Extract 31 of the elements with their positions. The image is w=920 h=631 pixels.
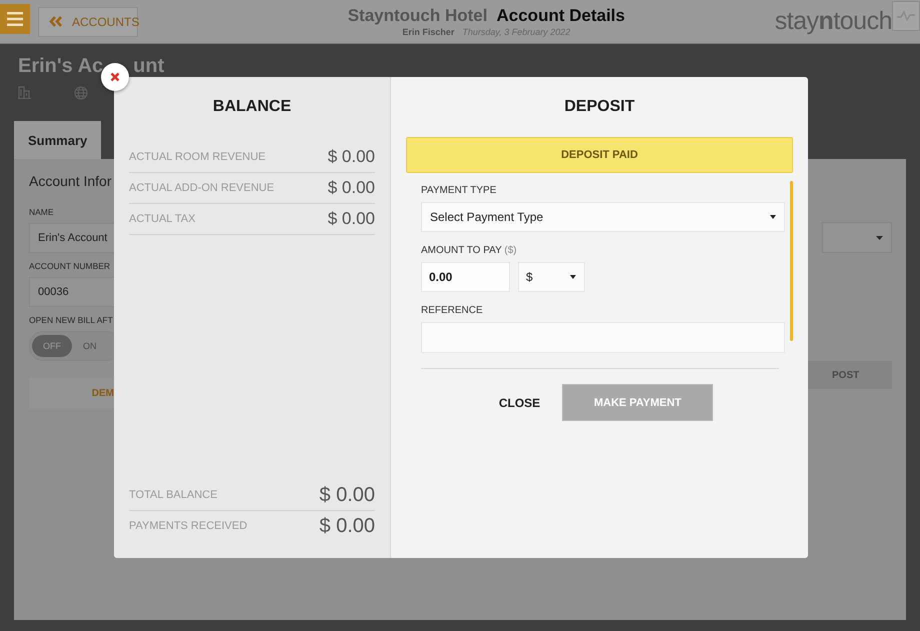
total-label: PAYMENTS RECEIVED [129,520,248,532]
field-label: NAME [29,207,54,217]
payment-type-dropdown[interactable]: Select Payment Type [421,202,785,232]
section-title: Account Infor [29,173,112,191]
amount-field[interactable]: 0.00 [421,262,510,292]
balance-label: ACTUAL TAX [129,213,196,225]
currency-dropdown[interactable]: $ [518,262,585,292]
user-name: Erin Fischer [402,27,454,37]
account-title: unt [133,55,164,78]
page-title: Account Details [496,6,625,26]
tab[interactable]: Summary [14,121,102,159]
total-label: TOTAL BALANCE [129,489,218,501]
total-value: $ 0.00 [319,484,375,506]
balance-value: $ 0.00 [328,209,375,229]
field-label: ACCOUNT NUMBER [29,261,110,271]
logo: stayntouch [774,7,892,36]
balance-label: ACTUAL ROOM REVENUE [129,151,266,163]
balance-title: BALANCE [212,98,292,116]
balance-value: $ 0.00 [328,147,375,167]
balance-value: $ 0.00 [328,178,375,198]
deposit-title: DEPOSIT [563,98,636,116]
hotel-name: Stayntouch Hotel [348,6,488,26]
status-banner: DEPOSIT PAID [406,137,793,173]
balance-label: ACTUAL ADD-ON REVENUE [129,182,274,194]
field-label: REFERENCE [421,305,484,316]
account-title: Erin's Ac [18,55,104,78]
toggle-label: OPEN NEW BILL AFT [29,315,113,325]
close-button[interactable]: CLOSE [486,384,540,421]
field-label: AMOUNT TO PAY ($) [421,245,518,256]
field-label: PAYMENT TYPE [421,185,498,196]
total-value: $ 0.00 [319,514,375,538]
